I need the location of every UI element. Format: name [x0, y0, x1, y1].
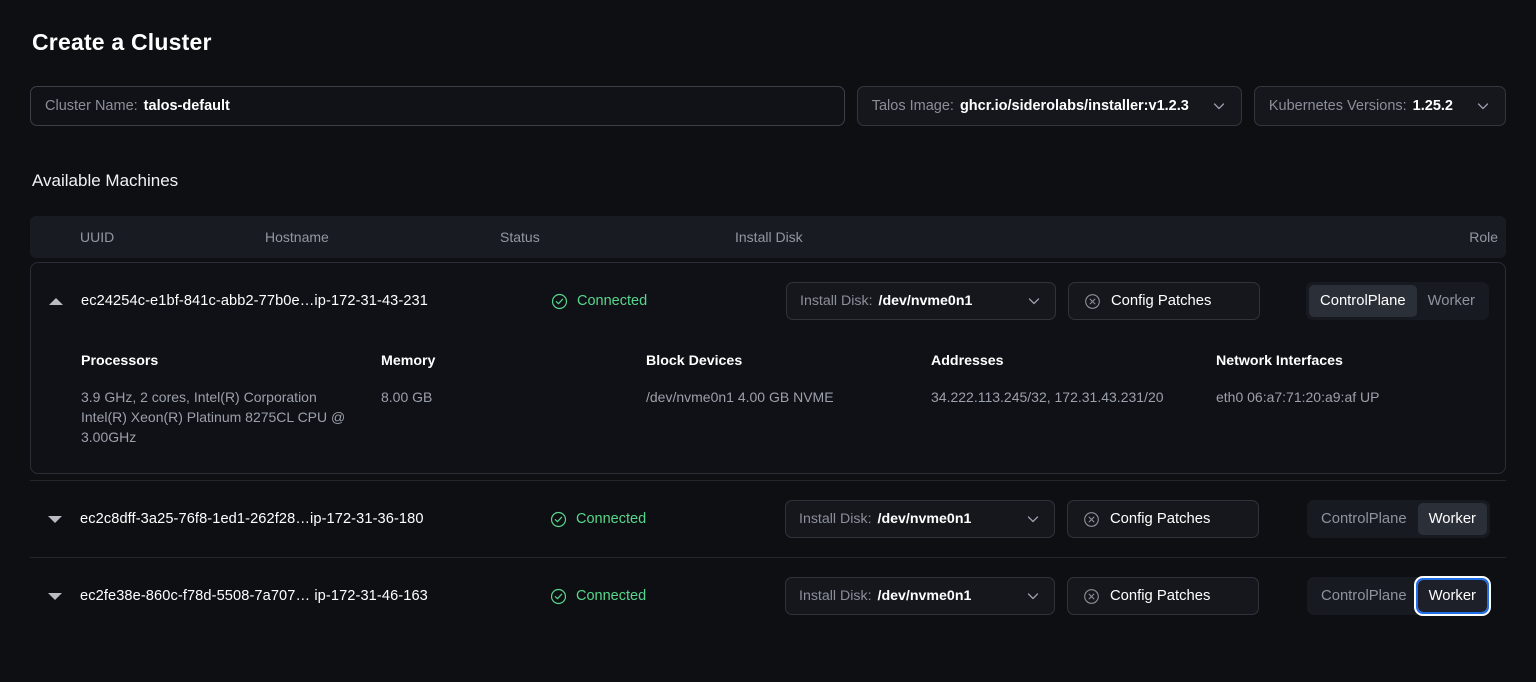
cluster-settings-bar: Cluster Name: talos-default Talos Image:… — [30, 86, 1506, 126]
status-text: Connected — [576, 511, 647, 527]
expand-row-toggle[interactable] — [30, 515, 80, 523]
install-disk-value: /dev/nvme0n1 — [878, 293, 973, 309]
available-machines-title: Available Machines — [32, 171, 179, 190]
install-disk-value: /dev/nvme0n1 — [877, 588, 972, 604]
install-disk-label: Install Disk: — [799, 588, 872, 604]
detail-processors: Processors 3.9 GHz, 2 cores, Intel(R) Co… — [81, 353, 381, 447]
page-title: Create a Cluster — [32, 29, 212, 55]
detail-heading-processors: Processors — [81, 353, 159, 369]
close-circle-icon — [1084, 293, 1101, 310]
role-option-controlplane[interactable]: ControlPlane — [1309, 285, 1417, 317]
column-header-hostname: Hostname — [265, 229, 329, 245]
machine-uuid-hostname: ec2c8dff-3a25-76f8-1ed1-262f28…ip-172-31… — [80, 511, 424, 527]
cluster-name-label: Cluster Name: — [45, 98, 138, 114]
detail-value-processors: 3.9 GHz, 2 cores, Intel(R) Corporation I… — [81, 389, 346, 445]
cluster-name-value: talos-default — [143, 98, 230, 114]
detail-value-block-devices: /dev/nvme0n1 4.00 GB NVME — [646, 389, 834, 405]
install-disk-select[interactable]: Install Disk: /dev/nvme0n1 — [785, 577, 1055, 615]
detail-addresses: Addresses 34.222.113.245/32, 172.31.43.2… — [931, 353, 1216, 447]
talos-image-select[interactable]: Talos Image: ghcr.io/siderolabs/installe… — [856, 86, 1242, 126]
role-option-worker[interactable]: Worker — [1417, 285, 1486, 317]
machine-uuid-hostname: ec2fe38e-860c-f78d-5508-7a707… ip-172-31… — [80, 588, 428, 604]
detail-heading-network-interfaces: Network Interfaces — [1216, 353, 1343, 369]
collapse-row-toggle[interactable] — [31, 297, 81, 305]
detail-block-devices: Block Devices /dev/nvme0n1 4.00 GB NVME — [646, 353, 931, 447]
column-header-install-disk: Install Disk — [735, 229, 803, 245]
machine-row-summary: ec2fe38e-860c-f78d-5508-7a707… ip-172-31… — [30, 558, 1506, 634]
check-circle-icon — [550, 588, 567, 605]
triangle-down-icon — [48, 592, 62, 600]
kubernetes-version-select[interactable]: Kubernetes Versions: 1.25.2 — [1253, 86, 1506, 126]
config-patches-button[interactable]: Config Patches — [1067, 500, 1259, 538]
column-header-uuid: UUID — [80, 229, 115, 245]
create-cluster-page: Create a Cluster Cluster Name: talos-def… — [0, 0, 1536, 682]
expand-row-toggle[interactable] — [30, 592, 80, 600]
machine-uuid-hostname: ec24254c-e1bf-841c-abb2-77b0e…ip-172-31-… — [81, 293, 428, 309]
role-toggle: ControlPlane Worker — [1307, 500, 1490, 538]
triangle-down-icon — [48, 515, 62, 523]
chevron-down-icon — [1211, 98, 1227, 114]
machines-rows-collapsed: ec2c8dff-3a25-76f8-1ed1-262f28…ip-172-31… — [30, 480, 1506, 634]
role-toggle: ControlPlane Worker — [1307, 577, 1490, 615]
config-patches-button[interactable]: Config Patches — [1067, 577, 1259, 615]
machines-rows: ec24254c-e1bf-841c-abb2-77b0e…ip-172-31-… — [30, 262, 1506, 634]
column-header-status: Status — [500, 229, 540, 245]
install-disk-select[interactable]: Install Disk: /dev/nvme0n1 — [785, 500, 1055, 538]
chevron-down-icon — [1025, 588, 1041, 604]
talos-image-value: ghcr.io/siderolabs/installer:v1.2.3 — [959, 98, 1189, 114]
machine-row-summary: ec24254c-e1bf-841c-abb2-77b0e…ip-172-31-… — [31, 263, 1505, 339]
check-circle-icon — [550, 511, 567, 528]
column-header-role: Role — [1469, 229, 1498, 245]
chevron-down-icon — [1475, 98, 1491, 114]
machine-actions: Install Disk: /dev/nvme0n1 Config Patche… — [785, 500, 1307, 538]
config-patches-label: Config Patches — [1110, 588, 1211, 604]
install-disk-label: Install Disk: — [799, 511, 872, 527]
role-toggle: ControlPlane Worker — [1306, 282, 1489, 320]
detail-value-network-interfaces: eth0 06:a7:71:20:a9:af UP — [1216, 389, 1380, 405]
machine-row-1: ec24254c-e1bf-841c-abb2-77b0e…ip-172-31-… — [30, 262, 1506, 474]
machine-row-3: ec2fe38e-860c-f78d-5508-7a707… ip-172-31… — [30, 558, 1506, 634]
close-circle-icon — [1083, 588, 1100, 605]
detail-heading-addresses: Addresses — [931, 353, 1004, 369]
machine-row-2: ec2c8dff-3a25-76f8-1ed1-262f28…ip-172-31… — [30, 481, 1506, 558]
detail-value-memory: 8.00 GB — [381, 389, 433, 405]
detail-heading-block-devices: Block Devices — [646, 353, 743, 369]
detail-network-interfaces: Network Interfaces eth0 06:a7:71:20:a9:a… — [1216, 353, 1476, 447]
detail-heading-memory: Memory — [381, 353, 436, 369]
kubernetes-version-value: 1.25.2 — [1412, 98, 1453, 114]
install-disk-select[interactable]: Install Disk: /dev/nvme0n1 — [786, 282, 1056, 320]
config-patches-button[interactable]: Config Patches — [1068, 282, 1260, 320]
triangle-up-icon — [49, 297, 63, 305]
role-option-controlplane[interactable]: ControlPlane — [1310, 503, 1418, 535]
role-option-controlplane[interactable]: ControlPlane — [1310, 580, 1418, 612]
chevron-down-icon — [1025, 511, 1041, 527]
install-disk-label: Install Disk: — [800, 293, 873, 309]
chevron-down-icon — [1026, 293, 1042, 309]
talos-image-label: Talos Image: — [871, 98, 954, 114]
machine-actions: Install Disk: /dev/nvme0n1 Config Patche… — [786, 282, 1306, 320]
config-patches-label: Config Patches — [1110, 511, 1211, 527]
cluster-name-input[interactable]: Cluster Name: talos-default — [30, 86, 845, 126]
close-circle-icon — [1083, 511, 1100, 528]
status-text: Connected — [576, 588, 647, 604]
install-disk-value: /dev/nvme0n1 — [877, 511, 972, 527]
machine-details-panel: Processors 3.9 GHz, 2 cores, Intel(R) Co… — [31, 339, 1505, 473]
kubernetes-version-label: Kubernetes Versions: — [1268, 98, 1407, 114]
status-badge: Connected — [550, 511, 785, 528]
status-badge: Connected — [550, 588, 785, 605]
role-option-worker[interactable]: Worker — [1415, 578, 1490, 614]
check-circle-icon — [551, 293, 568, 310]
status-text: Connected — [577, 293, 648, 309]
detail-memory: Memory 8.00 GB — [381, 353, 646, 447]
machines-table-header: UUID Hostname Status Install Disk Role — [30, 216, 1506, 258]
role-option-worker[interactable]: Worker — [1417, 503, 1487, 535]
status-badge: Connected — [551, 293, 786, 310]
machine-row-summary: ec2c8dff-3a25-76f8-1ed1-262f28…ip-172-31… — [30, 481, 1506, 557]
config-patches-label: Config Patches — [1111, 293, 1212, 309]
detail-value-addresses: 34.222.113.245/32, 172.31.43.231/20 — [931, 389, 1164, 405]
machines-table: UUID Hostname Status Install Disk Role e… — [30, 216, 1506, 634]
machine-actions: Install Disk: /dev/nvme0n1 Config Patche… — [785, 577, 1307, 615]
